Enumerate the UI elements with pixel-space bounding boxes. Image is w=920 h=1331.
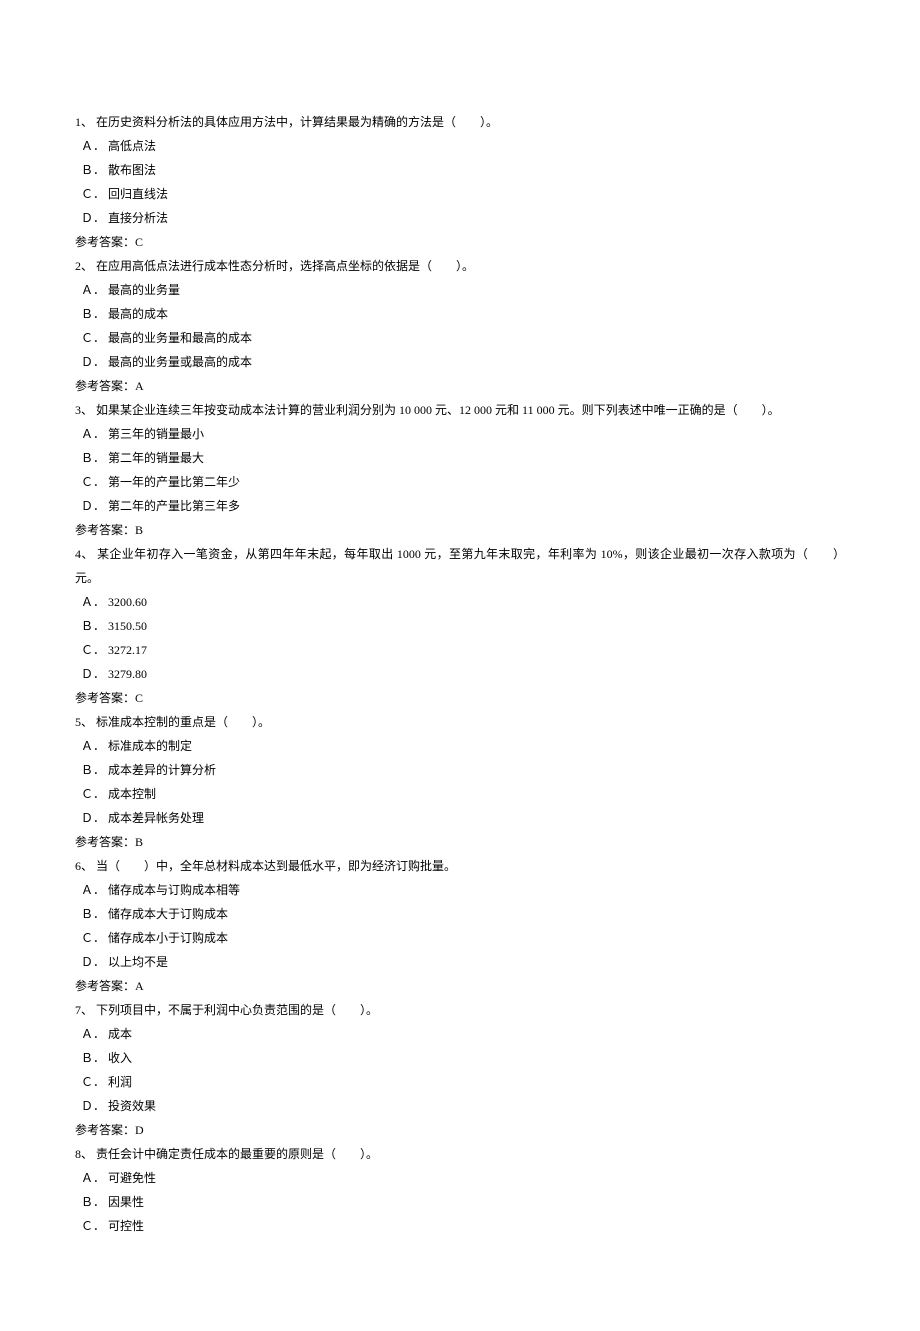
option: Ａ． 可避免性 <box>75 1166 845 1190</box>
option: Ｃ． 最高的业务量和最高的成本 <box>75 326 845 350</box>
question-stem: 1、 在历史资料分析法的具体应用方法中，计算结果最为精确的方法是（ ）。 <box>75 110 845 134</box>
question-block: 2、 在应用高低点法进行成本性态分析时，选择高点坐标的依据是（ ）。Ａ． 最高的… <box>75 254 845 398</box>
answer: 参考答案：C <box>75 686 845 710</box>
question-stem: 5、 标准成本控制的重点是（ ）。 <box>75 710 845 734</box>
option: Ａ． 储存成本与订购成本相等 <box>75 878 845 902</box>
question-block: 4、 某企业年初存入一笔资金，从第四年年末起，每年取出 1000 元，至第九年末… <box>75 542 845 710</box>
option: Ｄ． 第二年的产量比第三年多 <box>75 494 845 518</box>
question-stem: 8、 责任会计中确定责任成本的最重要的原则是（ ）。 <box>75 1142 845 1166</box>
answer: 参考答案：B <box>75 830 845 854</box>
question-text: 如果某企业连续三年按变动成本法计算的营业利润分别为 10 000 元、12 00… <box>93 403 780 417</box>
question-stem: 6、 当（ ）中，全年总材料成本达到最低水平，即为经济订购批量。 <box>75 854 845 878</box>
question-block: 8、 责任会计中确定责任成本的最重要的原则是（ ）。Ａ． 可避免性Ｂ． 因果性Ｃ… <box>75 1142 845 1238</box>
question-block: 3、 如果某企业连续三年按变动成本法计算的营业利润分别为 10 000 元、12… <box>75 398 845 542</box>
answer: 参考答案：A <box>75 374 845 398</box>
exam-page: 1、 在历史资料分析法的具体应用方法中，计算结果最为精确的方法是（ ）。Ａ． 高… <box>0 0 920 1278</box>
question-number: 6、 <box>75 859 93 873</box>
option: Ｃ． 成本控制 <box>75 782 845 806</box>
option: Ａ． 3200.60 <box>75 590 845 614</box>
option: Ｄ． 以上均不是 <box>75 950 845 974</box>
option: Ｃ． 回归直线法 <box>75 182 845 206</box>
question-text: 在历史资料分析法的具体应用方法中，计算结果最为精确的方法是（ ）。 <box>93 115 498 129</box>
question-number: 1、 <box>75 115 93 129</box>
question-stem: 4、 某企业年初存入一笔资金，从第四年年末起，每年取出 1000 元，至第九年末… <box>75 542 845 590</box>
option: Ａ． 标准成本的制定 <box>75 734 845 758</box>
option: Ｂ． 成本差异的计算分析 <box>75 758 845 782</box>
option: Ｂ． 散布图法 <box>75 158 845 182</box>
question-text: 某企业年初存入一笔资金，从第四年年末起，每年取出 1000 元，至第九年末取完，… <box>75 547 845 585</box>
question-number: 4、 <box>75 547 94 561</box>
option: Ａ． 第三年的销量最小 <box>75 422 845 446</box>
option: Ｃ． 3272.17 <box>75 638 845 662</box>
option: Ｂ． 收入 <box>75 1046 845 1070</box>
answer: 参考答案：A <box>75 974 845 998</box>
answer: 参考答案：C <box>75 230 845 254</box>
option: Ｃ． 利润 <box>75 1070 845 1094</box>
question-text: 在应用高低点法进行成本性态分析时，选择高点坐标的依据是（ ）。 <box>93 259 474 273</box>
option: Ｂ． 因果性 <box>75 1190 845 1214</box>
question-stem: 7、 下列项目中，不属于利润中心负责范围的是（ ）。 <box>75 998 845 1022</box>
option: Ｃ． 第一年的产量比第二年少 <box>75 470 845 494</box>
option: Ｂ． 第二年的销量最大 <box>75 446 845 470</box>
option: Ｄ． 最高的业务量或最高的成本 <box>75 350 845 374</box>
question-block: 1、 在历史资料分析法的具体应用方法中，计算结果最为精确的方法是（ ）。Ａ． 高… <box>75 110 845 254</box>
question-stem: 2、 在应用高低点法进行成本性态分析时，选择高点坐标的依据是（ ）。 <box>75 254 845 278</box>
option: Ａ． 成本 <box>75 1022 845 1046</box>
question-text: 下列项目中，不属于利润中心负责范围的是（ ）。 <box>93 1003 378 1017</box>
question-text: 标准成本控制的重点是（ ）。 <box>93 715 270 729</box>
answer: 参考答案：B <box>75 518 845 542</box>
question-number: 8、 <box>75 1147 93 1161</box>
option: Ｄ． 直接分析法 <box>75 206 845 230</box>
option: Ｄ． 成本差异帐务处理 <box>75 806 845 830</box>
question-number: 5、 <box>75 715 93 729</box>
option: Ｂ． 储存成本大于订购成本 <box>75 902 845 926</box>
option: Ａ． 高低点法 <box>75 134 845 158</box>
question-number: 7、 <box>75 1003 93 1017</box>
question-text: 责任会计中确定责任成本的最重要的原则是（ ）。 <box>93 1147 378 1161</box>
question-block: 7、 下列项目中，不属于利润中心负责范围的是（ ）。Ａ． 成本Ｂ． 收入Ｃ． 利… <box>75 998 845 1142</box>
question-number: 3、 <box>75 403 93 417</box>
answer: 参考答案：D <box>75 1118 845 1142</box>
option: Ｂ． 3150.50 <box>75 614 845 638</box>
question-stem: 3、 如果某企业连续三年按变动成本法计算的营业利润分别为 10 000 元、12… <box>75 398 845 422</box>
option: Ｄ． 投资效果 <box>75 1094 845 1118</box>
question-number: 2、 <box>75 259 93 273</box>
question-text: 当（ ）中，全年总材料成本达到最低水平，即为经济订购批量。 <box>93 859 456 873</box>
option: Ｄ． 3279.80 <box>75 662 845 686</box>
option: Ｂ． 最高的成本 <box>75 302 845 326</box>
option: Ｃ． 储存成本小于订购成本 <box>75 926 845 950</box>
option: Ｃ． 可控性 <box>75 1214 845 1238</box>
question-block: 5、 标准成本控制的重点是（ ）。Ａ． 标准成本的制定Ｂ． 成本差异的计算分析Ｃ… <box>75 710 845 854</box>
question-block: 6、 当（ ）中，全年总材料成本达到最低水平，即为经济订购批量。Ａ． 储存成本与… <box>75 854 845 998</box>
option: Ａ． 最高的业务量 <box>75 278 845 302</box>
